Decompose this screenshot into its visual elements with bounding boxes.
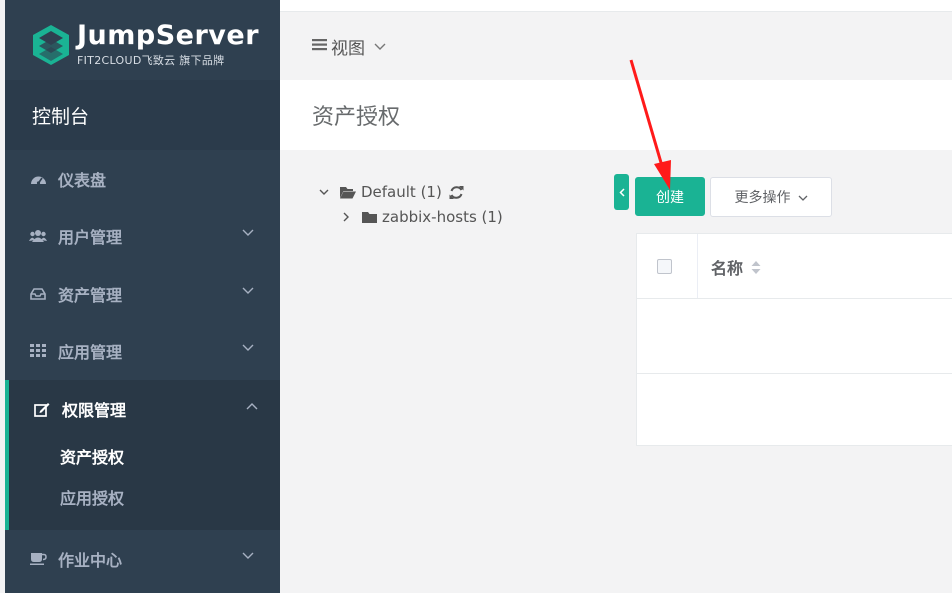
folder-open-icon: [340, 186, 356, 199]
select-all-checkbox[interactable]: [657, 259, 672, 274]
inbox-icon: [29, 286, 47, 302]
app-window: JumpServer FIT2CLOUD飞致云 旗下品牌 控制台 仪表盘 用户管…: [0, 0, 952, 593]
sidebar-item-applications[interactable]: 应用管理: [5, 322, 280, 379]
chevron-left-icon: [618, 187, 625, 197]
sidebar-subitem-app-permission[interactable]: 应用授权: [60, 485, 124, 509]
more-actions-button[interactable]: 更多操作: [710, 177, 832, 217]
logo-subtitle: FIT2CLOUD飞致云 旗下品牌: [77, 54, 225, 67]
sidebar-item-assets[interactable]: 资产管理: [5, 265, 280, 322]
sidebar-item-label: 应用管理: [58, 342, 123, 362]
sidebar-item-jobs[interactable]: 作业中心: [5, 530, 280, 587]
tree-node-default[interactable]: Default (1): [318, 183, 464, 201]
sidebar-item-label: 资产管理: [58, 285, 123, 305]
sidebar-item-users[interactable]: 用户管理: [5, 207, 280, 264]
sidebar-item-label: 用户管理: [58, 227, 123, 247]
sidebar-item-dashboard[interactable]: 仪表盘: [5, 150, 280, 207]
logo-name: JumpServer: [77, 20, 260, 51]
sidebar-item-label: 仪表盘: [58, 170, 107, 190]
chevron-down-icon: [242, 552, 254, 559]
edit-icon: [33, 401, 51, 417]
chevron-down-icon[interactable]: [374, 36, 386, 56]
more-actions-label: 更多操作: [734, 190, 791, 206]
grid-icon: [29, 343, 47, 359]
refresh-icon[interactable]: [449, 185, 464, 200]
sidebar-item-label: 作业中心: [58, 550, 123, 570]
folder-icon: [362, 211, 377, 223]
table-header: 名称: [637, 234, 952, 299]
tree-collapse-toggle[interactable]: [614, 174, 629, 210]
sidebar-item-label: 权限管理: [62, 401, 127, 420]
sort-icon[interactable]: [751, 260, 761, 275]
permission-table: 名称: [636, 233, 952, 446]
hamburger-icon[interactable]: [312, 36, 327, 56]
view-menu-label[interactable]: 视图: [331, 34, 365, 59]
tree-node-zabbix-hosts[interactable]: zabbix-hosts (1): [340, 208, 503, 226]
tree-node-label[interactable]: zabbix-hosts (1): [382, 208, 503, 226]
chevron-down-icon: [242, 344, 254, 351]
create-button[interactable]: 创建: [635, 177, 705, 216]
sidebar-item-permissions[interactable]: 权限管理: [9, 380, 280, 438]
chevron-down-icon: [242, 287, 254, 294]
jumpserver-logo-icon: [33, 24, 69, 65]
logo[interactable]: JumpServer FIT2CLOUD飞致云 旗下品牌: [5, 12, 280, 77]
sidebar: JumpServer FIT2CLOUD飞致云 旗下品牌 控制台 仪表盘 用户管…: [0, 0, 280, 593]
users-icon: [29, 228, 47, 244]
page-title: 资产授权: [280, 80, 952, 150]
top-strip: [280, 0, 952, 12]
table-header-check-cell: [637, 234, 698, 298]
console-label[interactable]: 控制台: [5, 80, 280, 150]
dashboard-icon: [29, 171, 47, 187]
sidebar-group-permissions: 权限管理 资产授权 应用授权: [5, 380, 280, 530]
column-header-name[interactable]: 名称: [711, 255, 761, 279]
sidebar-subitem-asset-permission[interactable]: 资产授权: [60, 444, 124, 468]
navbar: 视图: [280, 12, 952, 80]
chevron-down-icon: [798, 189, 808, 205]
chevron-down-icon: [242, 229, 254, 236]
table-row: [637, 299, 952, 374]
chevron-right-icon[interactable]: [340, 212, 352, 222]
chevron-down-icon[interactable]: [318, 189, 330, 196]
coffee-icon: [29, 551, 47, 567]
tree-node-label[interactable]: Default (1): [361, 183, 442, 201]
chevron-up-icon: [246, 403, 258, 410]
column-header-label: 名称: [711, 259, 744, 278]
